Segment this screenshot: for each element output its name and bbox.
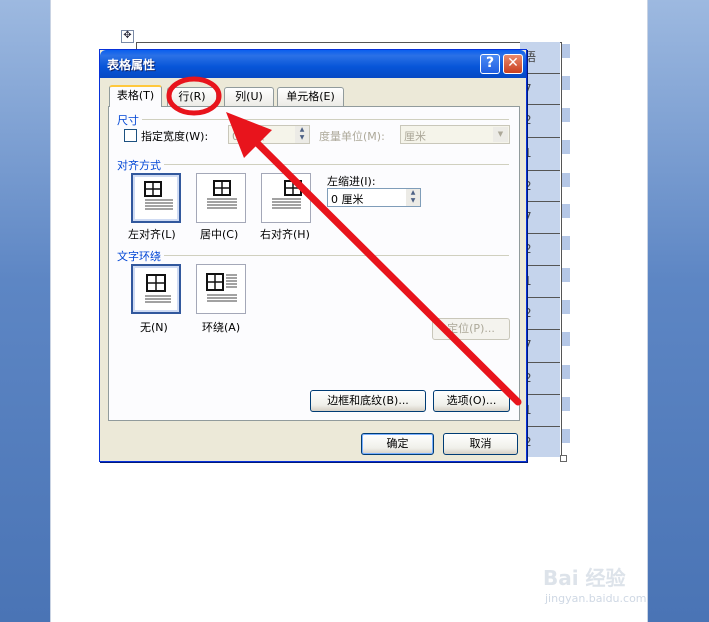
tab-column[interactable]: 列(U): [224, 87, 274, 106]
dialog-titlebar[interactable]: 表格属性 ? ✕: [100, 50, 526, 78]
tab-cell[interactable]: 单元格(E): [277, 87, 344, 106]
indent-value: 0 厘米: [331, 193, 364, 206]
align-left-option[interactable]: [131, 173, 181, 223]
cancel-button[interactable]: 取消: [443, 433, 518, 455]
size-section-title: 尺寸: [117, 112, 142, 128]
width-spinner[interactable]: 0 厘米 ▲ ▼: [228, 125, 310, 144]
spinner-arrows-icon[interactable]: ▲ ▼: [406, 189, 420, 206]
help-button[interactable]: ?: [480, 54, 500, 74]
tab-table[interactable]: 表格(T): [109, 85, 162, 107]
baidu-watermark-url: jingyan.baidu.com: [545, 592, 647, 605]
align-center-label: 居中(C): [200, 228, 239, 241]
specify-width-label: 指定宽度(W):: [141, 130, 209, 143]
wrap-none-icon: [145, 274, 171, 303]
ok-button[interactable]: 确定: [361, 433, 434, 455]
section-divider: [117, 164, 509, 165]
unit-select[interactable]: 厘米 ▼: [400, 125, 510, 144]
indent-label: 左缩进(I):: [327, 175, 376, 188]
indent-spinner[interactable]: 0 厘米 ▲ ▼: [327, 188, 421, 207]
width-value: 0 厘米: [232, 130, 265, 143]
align-right-label: 右对齐(H): [260, 228, 310, 241]
wrap-around-icon: [206, 273, 237, 302]
wrap-none-option[interactable]: [131, 264, 181, 314]
wrap-none-label: 无(N): [140, 321, 168, 334]
align-center-icon: [207, 180, 237, 209]
options-button[interactable]: 选项(O)...: [433, 390, 510, 412]
dialog-title: 表格属性: [107, 58, 156, 72]
section-divider: [117, 119, 509, 120]
align-left-icon: [144, 181, 173, 210]
close-button[interactable]: ✕: [503, 54, 523, 74]
specify-width-checkbox[interactable]: [124, 129, 137, 142]
align-right-icon: [272, 180, 302, 209]
position-button[interactable]: 定位(P)...: [432, 318, 510, 340]
align-center-option[interactable]: [196, 173, 246, 223]
section-divider: [117, 255, 509, 256]
alignment-section-title: 对齐方式: [117, 157, 164, 173]
table-properties-dialog: 表格属性 ? ✕ 表格(T) 行(R) 列(U) 单元格(E) 尺寸 指定宽度(…: [99, 49, 527, 462]
tab-row[interactable]: 行(R): [167, 87, 217, 106]
align-right-option[interactable]: [261, 173, 311, 223]
borders-shading-button[interactable]: 边框和底纹(B)...: [310, 390, 426, 412]
wrap-section-title: 文字环绕: [117, 248, 164, 264]
table-resize-handle[interactable]: [560, 455, 567, 462]
spinner-arrows-icon[interactable]: ▲ ▼: [295, 126, 309, 143]
unit-value: 厘米: [404, 130, 426, 143]
table-move-handle-icon[interactable]: ✥: [121, 30, 134, 43]
baidu-watermark: Bai 经验: [543, 566, 626, 590]
wrap-around-label: 环绕(A): [202, 321, 241, 334]
align-left-label: 左对齐(L): [128, 228, 176, 241]
chevron-down-icon[interactable]: ▼: [493, 127, 508, 142]
row-end-markers: [562, 42, 570, 457]
wrap-around-option[interactable]: [196, 264, 246, 314]
unit-label: 度量单位(M):: [319, 130, 385, 143]
tab-panel-table: 尺寸 指定宽度(W): 0 厘米 ▲▼ 度量单位(M): 厘米 ▼ 对齐方式: [108, 106, 520, 421]
